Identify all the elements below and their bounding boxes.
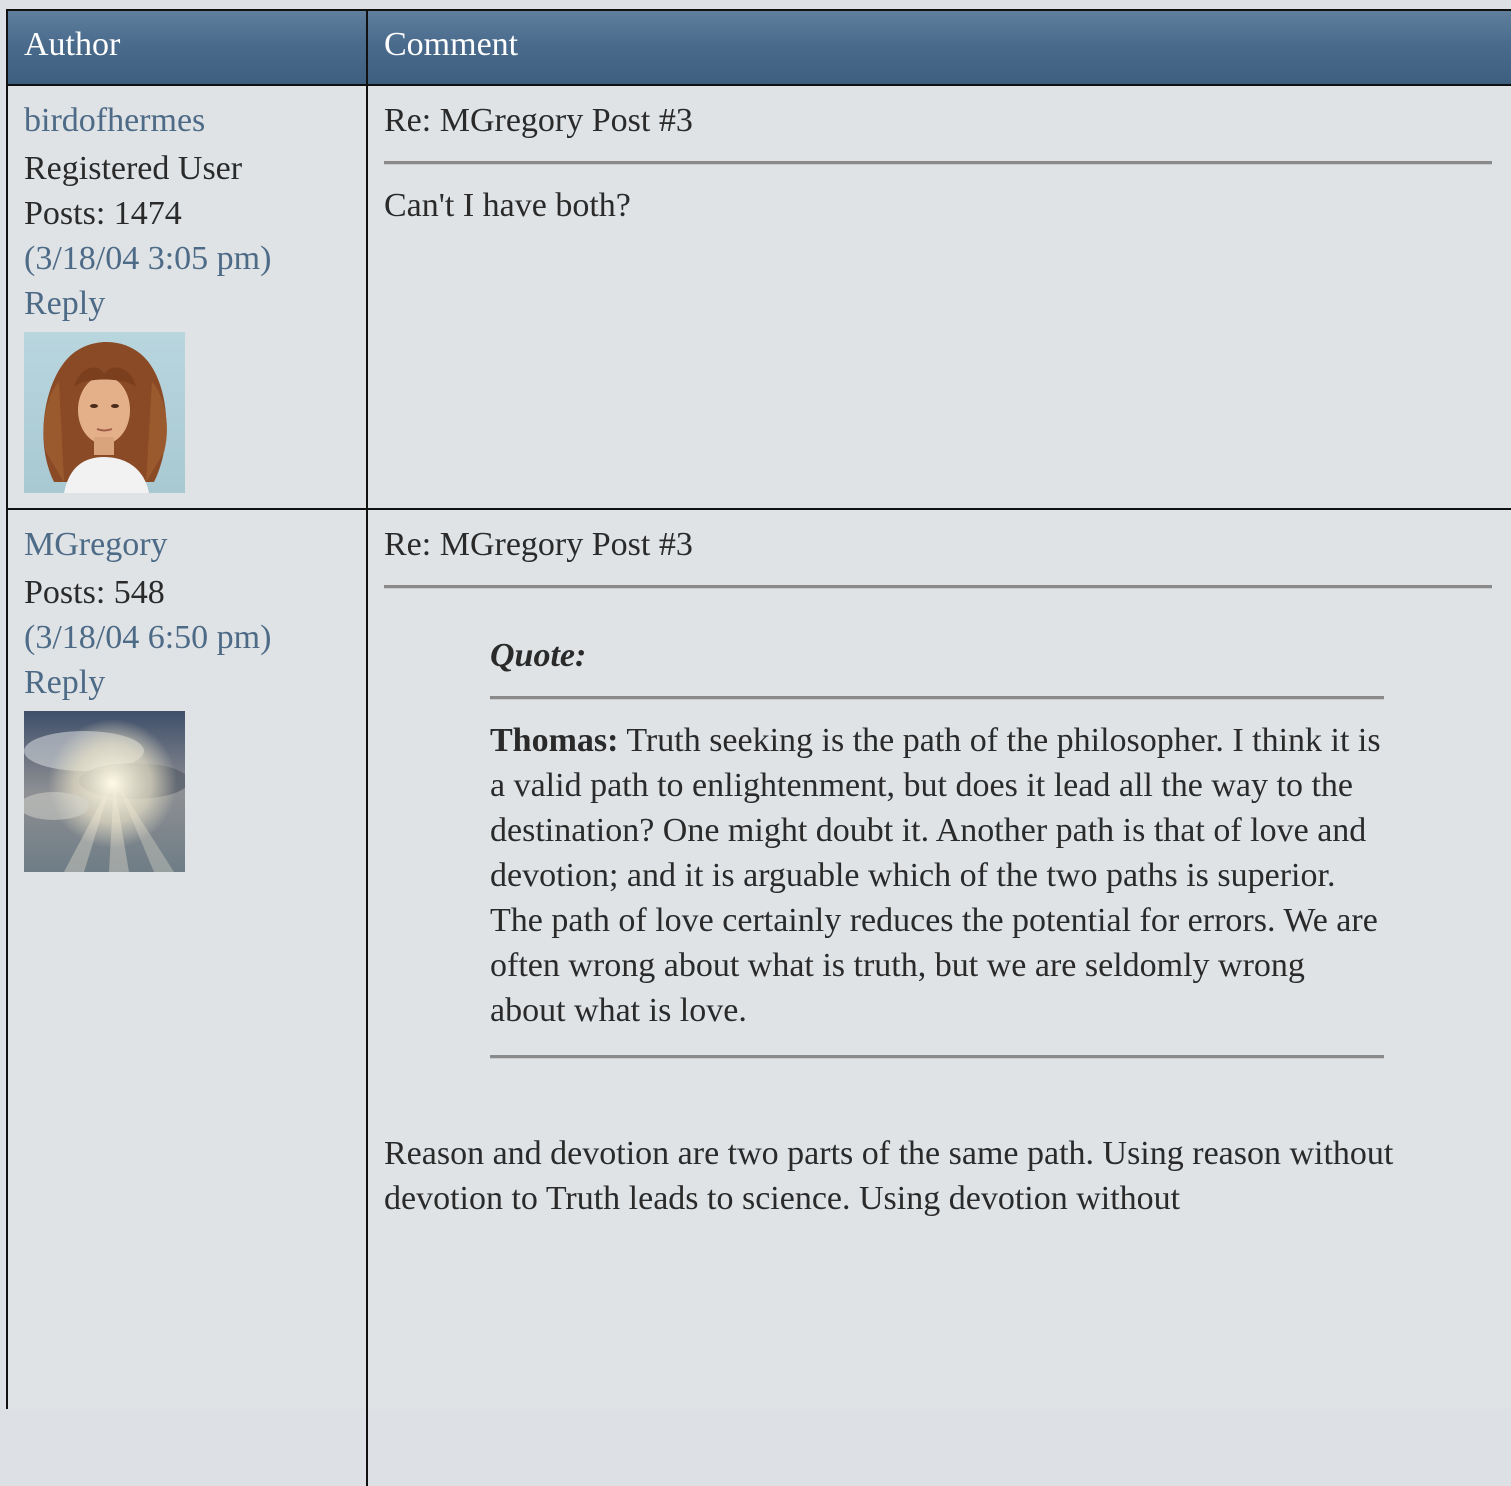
author-header-label: Author — [24, 26, 121, 63]
quote-label: Quote: — [490, 637, 587, 674]
quote-block: Quote: Thomas: Truth seeking is the path… — [490, 633, 1384, 1059]
portrait-woman-curly-hair-avatar — [24, 332, 185, 493]
author-post-count: Posts: 1474 — [24, 195, 182, 232]
reply-link[interactable]: Reply — [24, 660, 271, 705]
post-body: Can't I have both? — [384, 187, 631, 224]
post-author-panel: MGregory Posts: 548 (3/18/04 6:50 pm) Re… — [24, 522, 271, 872]
sky-sunrays-clouds-avatar — [24, 711, 185, 872]
post-comment-panel: Re: MGregory Post #3 Quote: Thomas: Trut… — [384, 522, 1492, 1221]
author-name-link[interactable]: MGregory — [24, 522, 271, 567]
post-author-panel: birdofhermes Registered User Posts: 1474… — [24, 98, 271, 493]
post-subject: Re: MGregory Post #3 — [384, 102, 693, 139]
quote-top-divider — [490, 696, 1384, 700]
subject-divider — [384, 585, 1492, 589]
post-body: Reason and devotion are two parts of the… — [384, 1135, 1394, 1217]
forum-thread-table: Author Comment birdofhermes Registered U… — [6, 9, 1511, 1486]
quote-bottom-divider — [490, 1055, 1384, 1059]
reply-link[interactable]: Reply — [24, 281, 271, 326]
quote-text: Thomas: Truth seeking is the path of the… — [490, 718, 1384, 1033]
author-role: Registered User — [24, 150, 243, 187]
subject-divider — [384, 161, 1492, 165]
post-subject: Re: MGregory Post #3 — [384, 526, 693, 563]
comment-header-label: Comment — [384, 26, 519, 63]
table-header: Author Comment — [8, 11, 1511, 86]
author-name-link[interactable]: birdofhermes — [24, 98, 271, 143]
post-timestamp-link[interactable]: (3/18/04 6:50 pm) — [24, 615, 271, 660]
column-divider — [366, 86, 368, 1486]
author-post-count: Posts: 548 — [24, 574, 165, 611]
post-comment-panel: Re: MGregory Post #3 Can't I have both? — [384, 98, 1492, 228]
quote-author: Thomas: — [490, 722, 619, 759]
post-timestamp-link[interactable]: (3/18/04 3:05 pm) — [24, 236, 271, 281]
quote-body: Truth seeking is the path of the philoso… — [490, 722, 1381, 1029]
row-divider — [8, 508, 1511, 510]
